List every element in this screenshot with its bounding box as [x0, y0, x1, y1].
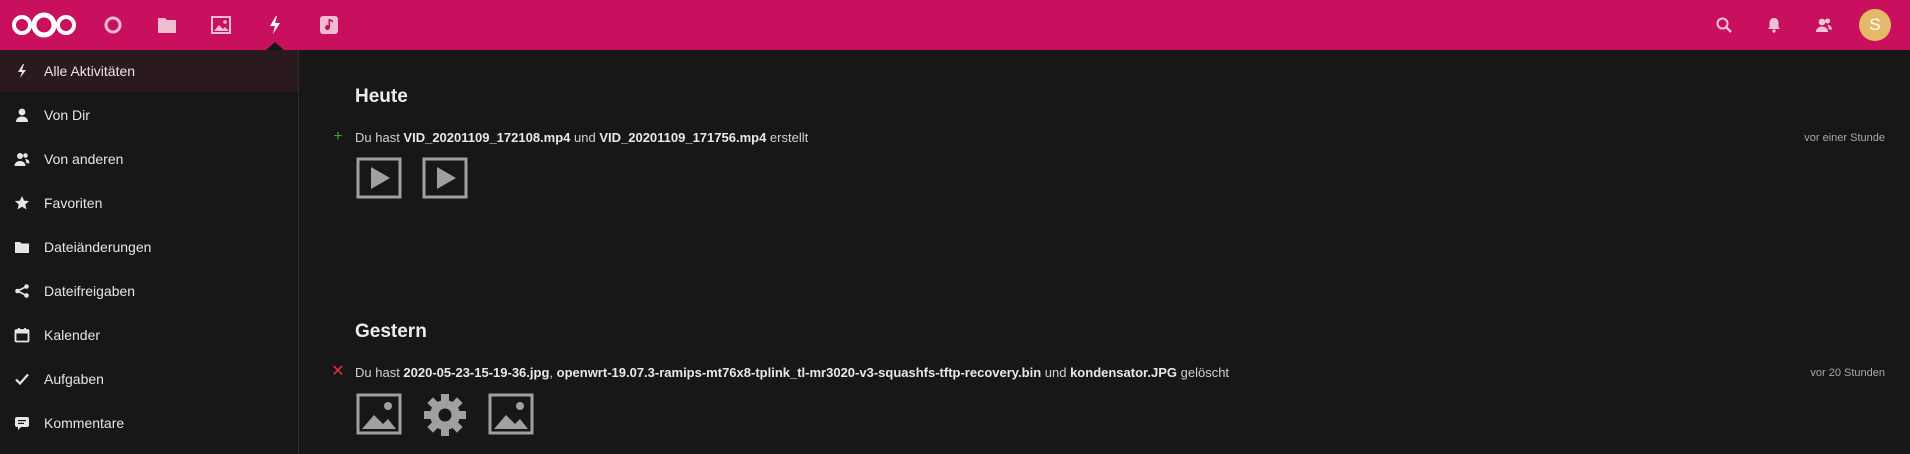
sidebar-item-by-you[interactable]: Von Dir: [0, 94, 298, 136]
sidebar-item-label: Dateifreigaben: [44, 283, 136, 299]
users-icon: [0, 151, 44, 167]
comment-icon: [0, 415, 44, 431]
sidebar-item-label: Von Dir: [44, 107, 90, 123]
sidebar-item-label: Kommentare: [44, 415, 125, 431]
contacts-icon: [1816, 18, 1832, 32]
share-icon: [0, 283, 44, 299]
settings-file-preview[interactable]: [420, 390, 470, 440]
image-preview[interactable]: [486, 390, 536, 440]
video-icon: [356, 157, 402, 199]
gear-icon: [424, 394, 466, 436]
contacts-button[interactable]: [1812, 13, 1836, 37]
file-link[interactable]: openwrt-19.07.3-ramips-mt76x8-tplink_tl-…: [557, 365, 1042, 380]
files-folder-icon: [158, 18, 176, 33]
nextcloud-logo-icon[interactable]: [10, 11, 78, 39]
files-app-icon[interactable]: [152, 10, 182, 40]
section-title-today: Heute: [355, 86, 408, 107]
sidebar-item-favorites[interactable]: Favoriten: [0, 182, 298, 224]
file-link[interactable]: VID_20201109_172108.mp4: [403, 130, 570, 145]
checkmark-icon: [0, 371, 44, 387]
folder-icon: [0, 239, 44, 255]
activity-text: Du hast 2020-05-23-15-19-36.jpg, openwrt…: [355, 365, 1230, 380]
dashboard-app-icon[interactable]: [98, 10, 128, 40]
activity-item: ✕ Du hast 2020-05-23-15-19-36.jpg, openw…: [330, 361, 1885, 385]
activity-timestamp: vor einer Stunde: [1804, 132, 1885, 144]
delete-icon: ✕: [331, 363, 345, 380]
music-app-icon[interactable]: [314, 10, 344, 40]
lightning-icon: [0, 63, 44, 79]
video-preview[interactable]: [354, 154, 404, 204]
activity-timestamp: vor 20 Stunden: [1810, 367, 1885, 379]
bell-icon: [1768, 18, 1780, 33]
section-title-yesterday: Gestern: [355, 321, 427, 342]
file-link[interactable]: kondensator.JPG: [1070, 365, 1177, 380]
sidebar-item-by-others[interactable]: Von anderen: [0, 138, 298, 180]
music-icon: [320, 16, 338, 34]
image-icon: [356, 393, 402, 435]
sidebar-item-file-changes[interactable]: Dateiänderungen: [0, 226, 298, 268]
sidebar-item-label: Dateiänderungen: [44, 239, 152, 255]
user-icon: [0, 107, 44, 123]
activity-app-icon[interactable]: [260, 10, 290, 40]
file-link[interactable]: 2020-05-23-15-19-36.jpg: [403, 365, 549, 380]
active-app-indicator: [266, 42, 284, 50]
activity-sidebar: Alle Aktivitäten Von Dir Von anderen Fav…: [0, 50, 299, 454]
sidebar-item-tasks[interactable]: Aufgaben: [0, 358, 298, 400]
top-header: S: [0, 0, 1910, 50]
dashboard-icon: [104, 16, 122, 34]
sidebar-item-label: Alle Aktivitäten: [44, 63, 136, 79]
notifications-button[interactable]: [1762, 13, 1786, 37]
image-icon: [488, 393, 534, 435]
video-icon: [422, 157, 468, 199]
sidebar-item-label: Von anderen: [44, 151, 124, 167]
sidebar-item-label: Aufgaben: [44, 371, 104, 387]
sidebar-item-comments[interactable]: Kommentare: [0, 402, 298, 444]
sidebar-item-all-activities[interactable]: Alle Aktivitäten: [0, 50, 298, 92]
photos-app-icon[interactable]: [206, 10, 236, 40]
activity-stream: Heute + Du hast VID_20201109_172108.mp4 …: [300, 50, 1910, 454]
add-icon: +: [333, 128, 343, 145]
sidebar-item-calendar[interactable]: Kalender: [0, 314, 298, 356]
star-icon: [0, 195, 44, 211]
activity-text: Du hast VID_20201109_172108.mp4 und VID_…: [355, 130, 809, 145]
calendar-icon: [0, 327, 44, 343]
user-avatar[interactable]: S: [1859, 9, 1891, 41]
sidebar-item-file-shares[interactable]: Dateifreigaben: [0, 270, 298, 312]
sidebar-item-label: Kalender: [44, 327, 101, 343]
search-icon: [1716, 17, 1732, 33]
sidebar-item-label: Favoriten: [44, 195, 103, 211]
video-preview[interactable]: [420, 154, 470, 204]
photos-icon: [211, 16, 231, 34]
activity-item: + Du hast VID_20201109_172108.mp4 und VI…: [330, 126, 1885, 150]
image-preview[interactable]: [354, 390, 404, 440]
file-link[interactable]: VID_20201109_171756.mp4: [599, 130, 766, 145]
activity-lightning-icon: [270, 16, 280, 34]
search-button[interactable]: [1712, 13, 1736, 37]
